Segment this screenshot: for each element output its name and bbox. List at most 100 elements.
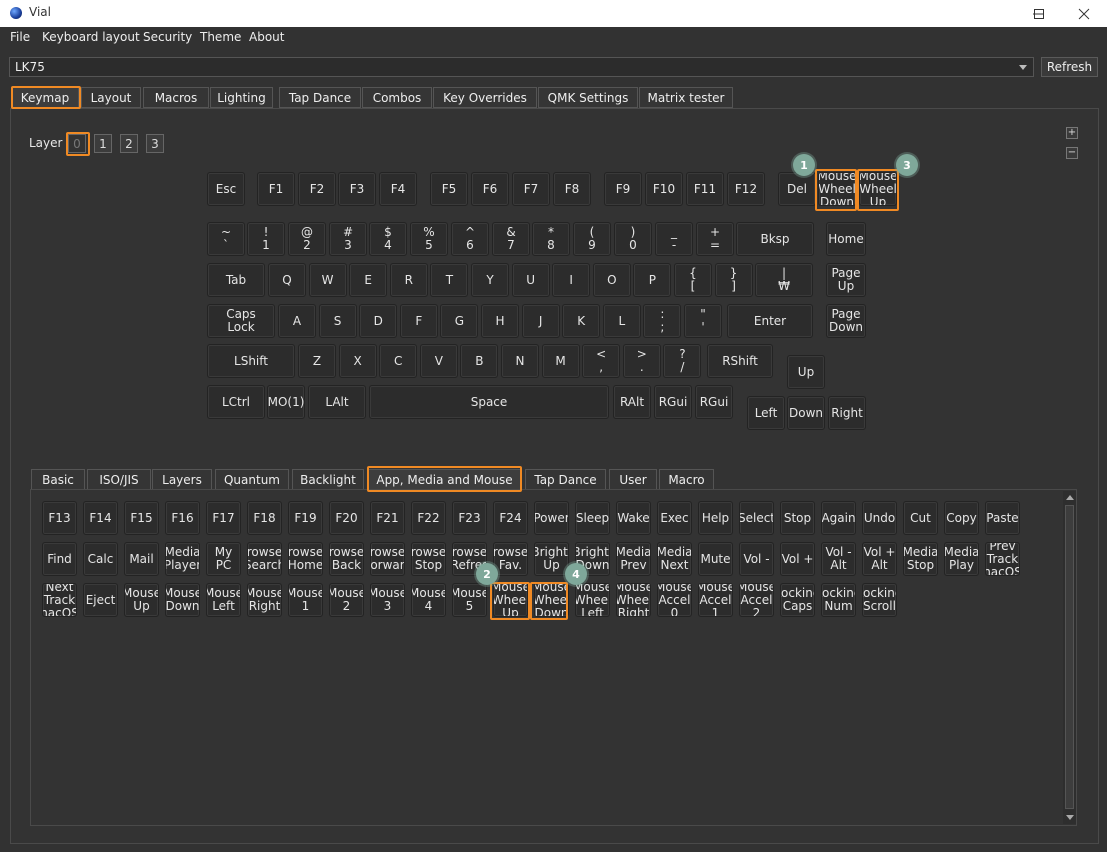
menu-theme[interactable]: Theme bbox=[200, 30, 241, 44]
palette-key-mouse-wheel-down[interactable]: MouseWheelDown bbox=[534, 583, 569, 617]
key-6[interactable]: ^ 6 bbox=[451, 222, 489, 256]
subtab-iso-jis[interactable]: ISO/JIS bbox=[87, 469, 151, 490]
key-4[interactable]: $4 bbox=[369, 222, 407, 256]
close-button[interactable] bbox=[1061, 0, 1107, 27]
layer-3-button[interactable]: 3 bbox=[146, 134, 164, 153]
key-f4[interactable]: F4 bbox=[379, 172, 417, 206]
palette-key-mouse-5[interactable]: Mouse5 bbox=[452, 583, 487, 617]
key-mouse-wheel-up[interactable]: Mouse Wheel Up bbox=[859, 172, 897, 206]
palette-key-rowse-home[interactable]: rowse Home bbox=[288, 542, 323, 576]
key-sym[interactable]: | ₩ bbox=[755, 263, 813, 297]
key-home[interactable]: Home bbox=[826, 222, 866, 256]
key-f12[interactable]: F12 bbox=[727, 172, 765, 206]
palette-key-find[interactable]: Find bbox=[42, 542, 77, 576]
key-f3[interactable]: F3 bbox=[338, 172, 376, 206]
key-2[interactable]: @2 bbox=[288, 222, 326, 256]
key-d[interactable]: D bbox=[359, 304, 398, 338]
key-page-up[interactable]: Page Up bbox=[826, 263, 866, 297]
palette-key-mouse-down[interactable]: MouseDown bbox=[165, 583, 200, 617]
key-sym[interactable]: " ' bbox=[684, 304, 722, 338]
key-page-down[interactable]: Page Down bbox=[826, 304, 866, 338]
key-lalt[interactable]: LAlt bbox=[308, 385, 366, 419]
key-o[interactable]: O bbox=[592, 263, 631, 297]
palette-key-eject[interactable]: Eject bbox=[83, 583, 118, 617]
key-ralt[interactable]: RAlt bbox=[613, 385, 651, 419]
key-sym[interactable]: ~ ` bbox=[207, 222, 245, 256]
key-lshift[interactable]: LShift bbox=[207, 344, 295, 378]
key-w[interactable]: W bbox=[308, 263, 347, 297]
palette-key-mouse-wheel-right[interactable]: MouseWheelRight bbox=[616, 583, 651, 617]
key-right[interactable]: Right bbox=[828, 396, 866, 430]
key-lctrl[interactable]: LCtrl bbox=[207, 385, 265, 419]
key-left[interactable]: Left bbox=[747, 396, 785, 430]
key-up[interactable]: Up bbox=[787, 355, 825, 389]
key-0[interactable]: ) 0 bbox=[614, 222, 652, 256]
palette-key-bright-up[interactable]: Bright.Up bbox=[534, 542, 569, 576]
tab-macros[interactable]: Macros bbox=[143, 87, 209, 108]
layer-1-button[interactable]: 1 bbox=[94, 134, 112, 153]
key-f[interactable]: F bbox=[399, 304, 438, 338]
palette-key-f13[interactable]: F13 bbox=[42, 501, 77, 535]
zoom-in-button[interactable]: + bbox=[1066, 127, 1078, 139]
palette-key-vol[interactable]: Vol - bbox=[739, 542, 774, 576]
key-7[interactable]: & 7 bbox=[492, 222, 530, 256]
palette-key-vol-alt[interactable]: Vol + Alt bbox=[862, 542, 897, 576]
key-e[interactable]: E bbox=[349, 263, 388, 297]
subtab-app-media-and-mouse[interactable]: App, Media and Mouse bbox=[367, 469, 522, 490]
palette-key-next-track-nacos[interactable]: Next Track nacOS bbox=[42, 583, 77, 617]
layer-0-button[interactable]: 0 bbox=[68, 134, 86, 153]
palette-key-rowse-search[interactable]: rowseSearch bbox=[247, 542, 282, 576]
palette-key-sleep[interactable]: Sleep bbox=[575, 501, 610, 535]
key-l[interactable]: L bbox=[602, 304, 641, 338]
palette-key-media-prev[interactable]: Media Prev bbox=[616, 542, 651, 576]
key-s[interactable]: S bbox=[318, 304, 357, 338]
key-f5[interactable]: F5 bbox=[430, 172, 468, 206]
zoom-out-button[interactable]: − bbox=[1066, 147, 1078, 159]
tab-lighting[interactable]: Lighting bbox=[210, 87, 273, 108]
palette-key-mouse-accel-1[interactable]: MouseAccel1 bbox=[698, 583, 733, 617]
palette-key-media-play[interactable]: Media Play bbox=[944, 542, 979, 576]
key-sym[interactable]: {[ bbox=[674, 263, 712, 297]
palette-key-rowse-orwar[interactable]: rowse orwar bbox=[370, 542, 405, 576]
key-f10[interactable]: F10 bbox=[645, 172, 683, 206]
key-sym[interactable]: }] bbox=[714, 263, 753, 297]
palette-key-mouse-2[interactable]: Mouse2 bbox=[329, 583, 364, 617]
scroll-up-icon[interactable] bbox=[1066, 495, 1074, 500]
palette-key-stop[interactable]: Stop bbox=[780, 501, 815, 535]
key-y[interactable]: Y bbox=[471, 263, 509, 297]
palette-key-media-stop[interactable]: Media Stop bbox=[903, 542, 938, 576]
palette-key-copy[interactable]: Copy bbox=[944, 501, 979, 535]
key-caps-lock[interactable]: Caps Lock bbox=[207, 304, 275, 338]
key-v[interactable]: V bbox=[419, 344, 458, 378]
scroll-down-icon[interactable] bbox=[1066, 815, 1074, 820]
key-f6[interactable]: F6 bbox=[471, 172, 509, 206]
palette-key-power[interactable]: Power bbox=[534, 501, 569, 535]
tab-matrix-tester[interactable]: Matrix tester bbox=[639, 87, 733, 108]
subtab-backlight[interactable]: Backlight bbox=[292, 469, 364, 490]
subtab-user[interactable]: User bbox=[609, 469, 657, 490]
key-sym[interactable]: :; bbox=[643, 304, 682, 338]
palette-key-mouse-accel-2[interactable]: MouseAccel2 bbox=[739, 583, 774, 617]
palette-key-vol-alt[interactable]: Vol - Alt bbox=[821, 542, 856, 576]
palette-key-f19[interactable]: F19 bbox=[288, 501, 323, 535]
palette-key-f20[interactable]: F20 bbox=[329, 501, 364, 535]
subtab-tap-dance[interactable]: Tap Dance bbox=[525, 469, 606, 490]
key-mo-1[interactable]: MO(1) bbox=[267, 385, 305, 419]
menu-keyboard-layout[interactable]: Keyboard layout bbox=[42, 30, 140, 44]
key-m[interactable]: M bbox=[541, 344, 580, 378]
key-sym[interactable]: ? / bbox=[663, 344, 702, 378]
palette-key-again[interactable]: Again bbox=[821, 501, 856, 535]
key-t[interactable]: T bbox=[430, 263, 469, 297]
palette-key-f17[interactable]: F17 bbox=[206, 501, 241, 535]
palette-key-locking-scroll[interactable]: LockingScroll bbox=[862, 583, 897, 617]
palette-key-rowse-stop[interactable]: rowse Stop bbox=[411, 542, 446, 576]
key-5[interactable]: % 5 bbox=[410, 222, 448, 256]
maximize-button[interactable] bbox=[1016, 0, 1062, 27]
key-x[interactable]: X bbox=[338, 344, 377, 378]
key-i[interactable]: I bbox=[552, 263, 591, 297]
key-8[interactable]: * 8 bbox=[532, 222, 570, 256]
key-f9[interactable]: F9 bbox=[604, 172, 642, 206]
key-rgui[interactable]: RGui bbox=[695, 385, 733, 419]
key-rgui[interactable]: RGui bbox=[654, 385, 692, 419]
key-sym[interactable]: <, bbox=[582, 344, 621, 378]
